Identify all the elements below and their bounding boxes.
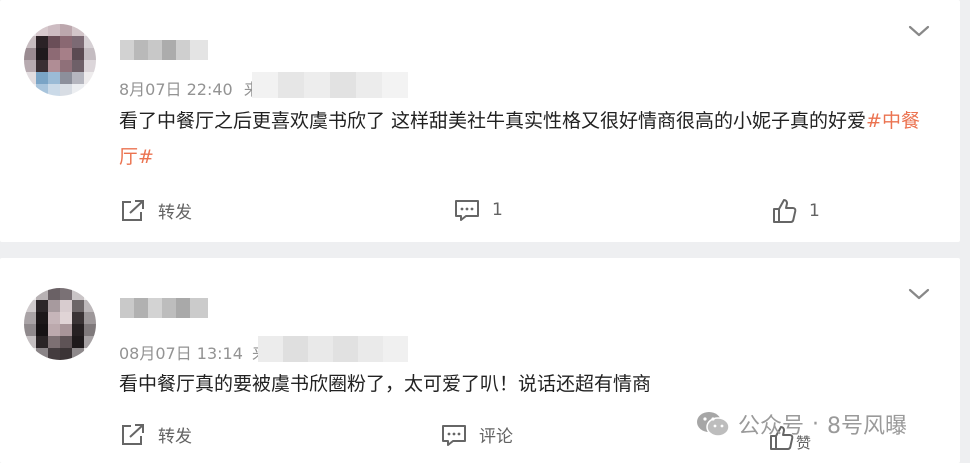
- location-blurred: [252, 72, 408, 98]
- repost-icon: [122, 423, 144, 445]
- chevron-down-icon[interactable]: [908, 24, 930, 38]
- comment-meta: 8月07日 22:40 来: [119, 76, 260, 100]
- comment-text: 看中餐厅真的要被虞书欣圈粉了，太可爱了叭！说话还超有情商: [119, 366, 934, 402]
- like-count: 1: [809, 201, 820, 221]
- username-blurred[interactable]: [120, 298, 208, 318]
- watermark-separator: ·: [812, 411, 820, 437]
- comment-icon: [442, 424, 466, 446]
- username-blurred[interactable]: [120, 40, 208, 60]
- comment-label: 评论: [479, 427, 513, 447]
- comment-button[interactable]: 评论: [441, 422, 513, 447]
- repost-icon: [122, 199, 144, 221]
- watermark: 公众号 · 8号风曝: [696, 408, 907, 440]
- repost-label: 转发: [158, 427, 192, 447]
- comment-meta: 08月07日 13:14 来: [119, 340, 268, 364]
- avatar[interactable]: [24, 24, 96, 96]
- comment-time: 8月07日 22:40: [119, 80, 233, 99]
- repost-button[interactable]: 转发: [120, 198, 192, 223]
- comment-body: 看中餐厅真的要被虞书欣圈粉了，太可爱了叭！说话还超有情商: [119, 373, 652, 395]
- comment-time: 08月07日 13:14: [119, 344, 243, 363]
- watermark-channel: 公众号: [738, 414, 805, 439]
- comment-icon: [455, 200, 479, 221]
- avatar[interactable]: [24, 288, 96, 360]
- repost-label: 转发: [158, 203, 192, 223]
- like-button[interactable]: 1: [771, 198, 820, 224]
- comment-body: 看了中餐厅之后更喜欢虞书欣了 这样甜美社牛真实性格又很好情商很高的小妮子真的好爱: [119, 110, 867, 132]
- wechat-icon: [697, 412, 730, 437]
- comment-text: 看了中餐厅之后更喜欢虞书欣了 这样甜美社牛真实性格又很好情商很高的小妮子真的好爱…: [119, 103, 934, 175]
- comment-count: 1: [492, 200, 503, 220]
- comment-button[interactable]: 1: [454, 198, 503, 222]
- location-blurred: [258, 336, 408, 362]
- comment-card: 8月07日 22:40 来 看了中餐厅之后更喜欢虞书欣了 这样甜美社牛真实性格又…: [0, 0, 960, 242]
- watermark-account: 8号风曝: [827, 414, 908, 439]
- chevron-down-icon[interactable]: [908, 287, 930, 301]
- repost-button[interactable]: 转发: [120, 422, 192, 447]
- like-icon: [773, 199, 797, 223]
